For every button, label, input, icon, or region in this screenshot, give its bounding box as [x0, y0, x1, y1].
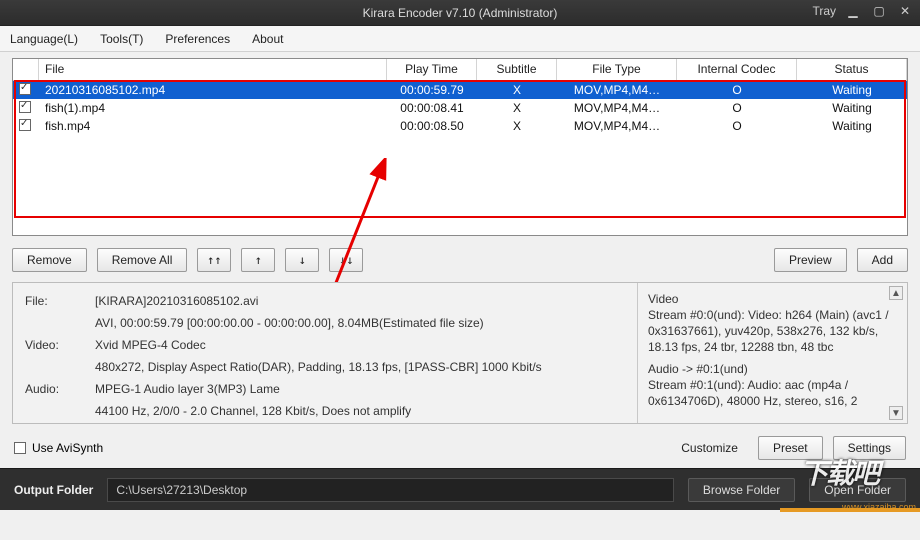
table-row[interactable]: 20210316085102.mp400:00:59.79XMOV,MP4,M4…: [13, 81, 907, 99]
col-codec[interactable]: Internal Codec: [677, 59, 797, 80]
customize-link[interactable]: Customize: [681, 441, 738, 455]
table-row[interactable]: fish(1).mp400:00:08.41XMOV,MP4,M4…OWaiti…: [13, 99, 907, 117]
row-checkbox[interactable]: [19, 83, 31, 95]
add-button[interactable]: Add: [857, 248, 908, 272]
info-left: File: [KIRARA]20210316085102.avi AVI, 00…: [13, 283, 637, 423]
info-right: ▲ Video Stream #0:0(und): Video: h264 (M…: [637, 283, 907, 423]
open-folder-button[interactable]: Open Folder: [809, 478, 906, 502]
browse-folder-button[interactable]: Browse Folder: [688, 478, 795, 502]
maximize-icon[interactable]: ▢: [870, 2, 888, 20]
options-row: Use AviSynth Customize Preset Settings: [12, 434, 908, 468]
title-bar: Kirara Encoder v7.10 (Administrator) Tra…: [0, 0, 920, 26]
move-top-button[interactable]: ↑↑: [197, 248, 231, 272]
table-header: File Play Time Subtitle File Type Intern…: [13, 59, 907, 81]
settings-button[interactable]: Settings: [833, 436, 906, 460]
remove-button[interactable]: Remove: [12, 248, 87, 272]
row-checkbox[interactable]: [19, 119, 31, 131]
info-video-codec: Xvid MPEG-4 Codec: [95, 335, 625, 355]
cell-playtime: 00:00:08.41: [387, 100, 477, 116]
col-file[interactable]: File: [39, 59, 387, 80]
move-down-button[interactable]: ↓: [285, 248, 319, 272]
minimize-icon[interactable]: ▁: [844, 2, 862, 20]
tray-button[interactable]: Tray: [812, 4, 836, 18]
cell-playtime: 00:00:08.50: [387, 118, 477, 134]
preview-button[interactable]: Preview: [774, 248, 847, 272]
info-file-name: [KIRARA]20210316085102.avi: [95, 291, 625, 311]
info-audio-label: Audio:: [25, 379, 85, 399]
move-bottom-button[interactable]: ↓↓: [329, 248, 363, 272]
menu-preferences[interactable]: Preferences: [165, 32, 230, 46]
menu-bar: Language(L) Tools(T) Preferences About: [0, 26, 920, 52]
cell-file: fish(1).mp4: [39, 100, 387, 116]
avisynth-checkbox[interactable]: [14, 442, 26, 454]
scroll-down-icon[interactable]: ▼: [889, 406, 903, 420]
output-bar: Output Folder C:\Users\27213\Desktop Bro…: [0, 468, 920, 510]
menu-tools[interactable]: Tools(T): [100, 32, 143, 46]
scroll-up-icon[interactable]: ▲: [889, 286, 903, 300]
cell-status: Waiting: [797, 118, 907, 134]
table-row[interactable]: fish.mp400:00:08.50XMOV,MP4,M4…OWaiting: [13, 117, 907, 135]
cell-filetype: MOV,MP4,M4…: [557, 100, 677, 116]
info-audio-codec: MPEG-1 Audio layer 3(MP3) Lame: [95, 379, 625, 399]
menu-language[interactable]: Language(L): [10, 32, 78, 46]
move-up-button[interactable]: ↑: [241, 248, 275, 272]
cell-status: Waiting: [797, 82, 907, 98]
file-table[interactable]: File Play Time Subtitle File Type Intern…: [12, 58, 908, 236]
stream-audio-line: Stream #0:1(und): Audio: aac (mp4a / 0x6…: [648, 377, 897, 409]
close-icon[interactable]: ✕: [896, 2, 914, 20]
cell-codec: O: [677, 100, 797, 116]
cell-subtitle: X: [477, 118, 557, 134]
row-checkbox[interactable]: [19, 101, 31, 113]
cell-subtitle: X: [477, 100, 557, 116]
cell-filetype: MOV,MP4,M4…: [557, 118, 677, 134]
window-title: Kirara Encoder v7.10 (Administrator): [363, 6, 558, 20]
info-video-label: Video:: [25, 335, 85, 355]
info-audio-detail: 44100 Hz, 2/0/0 - 2.0 Channel, 128 Kbit/…: [95, 401, 625, 421]
output-folder-label: Output Folder: [14, 483, 93, 497]
cell-codec: O: [677, 82, 797, 98]
stream-audio-head: Audio -> #0:1(und): [648, 361, 897, 377]
col-filetype[interactable]: File Type: [557, 59, 677, 80]
watermark-bar: [780, 508, 920, 512]
cell-file: fish.mp4: [39, 118, 387, 134]
info-video-detail: 480x272, Display Aspect Ratio(DAR), Padd…: [95, 357, 625, 377]
preset-button[interactable]: Preset: [758, 436, 823, 460]
info-panel: File: [KIRARA]20210316085102.avi AVI, 00…: [12, 282, 908, 424]
col-playtime[interactable]: Play Time: [387, 59, 477, 80]
cell-filetype: MOV,MP4,M4…: [557, 82, 677, 98]
menu-about[interactable]: About: [252, 32, 283, 46]
col-subtitle[interactable]: Subtitle: [477, 59, 557, 80]
cell-status: Waiting: [797, 100, 907, 116]
stream-video-line: Stream #0:0(und): Video: h264 (Main) (av…: [648, 307, 897, 355]
cell-subtitle: X: [477, 82, 557, 98]
cell-playtime: 00:00:59.79: [387, 82, 477, 98]
remove-all-button[interactable]: Remove All: [97, 248, 188, 272]
cell-codec: O: [677, 118, 797, 134]
list-toolbar: Remove Remove All ↑↑ ↑ ↓ ↓↓ Preview Add: [12, 248, 908, 272]
avisynth-label: Use AviSynth: [32, 441, 103, 455]
cell-file: 20210316085102.mp4: [39, 82, 387, 98]
output-folder-path[interactable]: C:\Users\27213\Desktop: [107, 478, 674, 502]
col-status[interactable]: Status: [797, 59, 907, 80]
stream-video-head: Video: [648, 291, 897, 307]
info-file-label: File:: [25, 291, 85, 311]
info-file-detail: AVI, 00:00:59.79 [00:00:00.00 - 00:00:00…: [95, 313, 625, 333]
